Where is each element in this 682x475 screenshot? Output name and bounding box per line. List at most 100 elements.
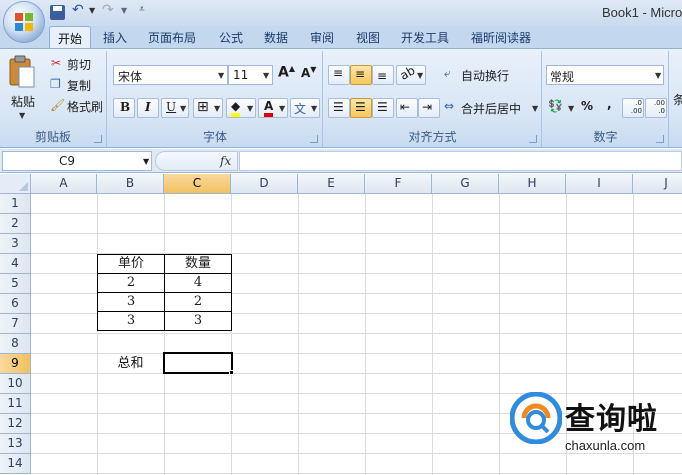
accounting-format-icon[interactable]: 💱 (548, 99, 563, 113)
row-header[interactable]: 2 (0, 214, 31, 234)
table-cell[interactable]: 3 (164, 311, 232, 331)
table-cell[interactable]: 3 (97, 311, 165, 331)
align-middle-button[interactable]: ≡ (350, 65, 372, 85)
underline-button[interactable]: U ▼ (161, 98, 189, 118)
percent-button[interactable]: % (581, 99, 593, 113)
clipboard-launcher-icon[interactable] (94, 135, 102, 143)
row-header[interactable]: 5 (0, 274, 31, 294)
column-header[interactable]: J (633, 174, 682, 194)
row-header[interactable]: 12 (0, 414, 31, 434)
formula-input[interactable] (239, 151, 682, 171)
row-header[interactable]: 13 (0, 434, 31, 454)
row-header[interactable]: 11 (0, 394, 31, 414)
save-icon[interactable] (50, 5, 65, 20)
tab-insert[interactable]: 插入 (103, 29, 127, 46)
row-header[interactable]: 6 (0, 294, 31, 314)
font-size-select[interactable]: 11 ▼ (228, 65, 273, 85)
column-header[interactable]: I (566, 174, 633, 194)
number-launcher-icon[interactable] (656, 135, 664, 143)
tab-page-layout[interactable]: 页面布局 (148, 29, 196, 46)
column-header[interactable]: E (298, 174, 365, 194)
fill-color-button[interactable]: ◆ ▼ (226, 98, 256, 118)
fill-color-dropdown-icon[interactable]: ▼ (247, 104, 253, 113)
grow-font-icon[interactable]: A▲ (278, 64, 295, 81)
column-header[interactable]: H (499, 174, 566, 194)
shrink-font-icon[interactable]: A▼ (301, 65, 316, 80)
name-box-dropdown-icon[interactable]: ▼ (143, 157, 149, 166)
fill-handle[interactable] (229, 370, 234, 375)
increase-indent-button[interactable]: ⇥ (418, 98, 440, 118)
tab-foxit-reader[interactable]: 福昕阅读器 (471, 29, 531, 46)
wrap-text-button[interactable]: 自动换行 (461, 67, 509, 84)
font-name-select[interactable]: 宋体 ▼ (113, 65, 228, 85)
tab-view[interactable]: 视图 (356, 29, 380, 46)
orientation-dropdown-icon[interactable]: ▼ (417, 71, 423, 80)
office-button[interactable] (4, 2, 44, 42)
merge-center-dropdown-icon[interactable]: ▼ (532, 104, 538, 113)
align-right-button[interactable]: ☰ (372, 98, 394, 118)
comma-button[interactable]: , (607, 97, 612, 111)
row-header[interactable]: 4 (0, 254, 31, 274)
row-header[interactable]: 10 (0, 374, 31, 394)
increase-decimal-button[interactable]: .0 .00 (622, 98, 644, 118)
align-bottom-button[interactable]: ≡ (372, 65, 394, 85)
merge-center-icon[interactable]: ⇔ (444, 99, 454, 113)
number-format-select[interactable]: 常规 ▼ (546, 65, 664, 85)
column-header[interactable]: B (97, 174, 164, 194)
customize-toolbar-icon[interactable]: ⩡ (139, 4, 145, 20)
row-header[interactable]: 8 (0, 334, 31, 354)
merge-center-button[interactable]: 合并后居中 (461, 100, 521, 117)
alignment-launcher-icon[interactable] (529, 135, 537, 143)
column-header[interactable]: D (231, 174, 298, 194)
row-header[interactable]: 7 (0, 314, 31, 334)
cut-button[interactable]: 剪切 (67, 56, 91, 73)
format-painter-icon[interactable]: 🖌 (50, 98, 65, 112)
row-header[interactable]: 3 (0, 234, 31, 254)
row-header[interactable]: 14 (0, 454, 31, 474)
cut-icon[interactable]: ✂ (51, 56, 61, 70)
tab-home[interactable]: 开始 (49, 26, 91, 49)
font-launcher-icon[interactable] (310, 135, 318, 143)
font-name-dropdown-icon[interactable]: ▼ (218, 71, 224, 80)
underline-dropdown-icon[interactable]: ▼ (180, 104, 186, 113)
table-cell[interactable]: 4 (164, 273, 232, 293)
redo-dropdown-icon[interactable]: ▼ (121, 6, 127, 22)
align-top-button[interactable]: ≡ (328, 65, 350, 85)
copy-icon[interactable]: ❐ (50, 77, 61, 91)
borders-dropdown-icon[interactable]: ▼ (214, 104, 220, 113)
font-color-dropdown-icon[interactable]: ▼ (279, 104, 285, 113)
table-header-cell[interactable]: 数量 (164, 254, 232, 274)
accounting-dropdown-icon[interactable]: ▼ (568, 104, 574, 113)
wrap-text-icon[interactable]: ⤶ (444, 66, 451, 81)
paste-dropdown-icon[interactable]: ▼ (19, 111, 25, 120)
column-header[interactable]: F (365, 174, 432, 194)
sum-label-cell[interactable]: 总和 (97, 354, 164, 374)
conditional-formatting-button[interactable]: 条 (673, 91, 682, 108)
select-all-button[interactable] (0, 174, 31, 194)
format-painter-button[interactable]: 格式刷 (67, 98, 103, 115)
phonetic-button[interactable]: 文 ▼ (290, 98, 320, 118)
phonetic-dropdown-icon[interactable]: ▼ (311, 104, 317, 113)
active-cell[interactable] (163, 352, 233, 374)
font-color-button[interactable]: A ▼ (258, 98, 288, 118)
decrease-indent-button[interactable]: ⇤ (396, 98, 418, 118)
insert-function-icon[interactable]: fx (220, 154, 231, 168)
undo-icon[interactable]: ↶ (72, 2, 84, 18)
paste-label[interactable]: 粘贴 (11, 93, 35, 110)
column-header[interactable]: G (432, 174, 499, 194)
copy-button[interactable]: 复制 (67, 77, 91, 94)
row-header[interactable]: 1 (0, 194, 31, 214)
table-header-cell[interactable]: 单价 (97, 254, 165, 274)
italic-button[interactable]: I (137, 98, 159, 118)
borders-button[interactable]: ⊞ ▼ (193, 98, 223, 118)
row-header[interactable]: 9 (0, 354, 31, 374)
align-center-button[interactable]: ☰ (350, 98, 372, 118)
table-cell[interactable]: 2 (164, 292, 232, 312)
number-format-dropdown-icon[interactable]: ▼ (655, 71, 661, 80)
orientation-button[interactable]: ab ▼ (396, 63, 426, 85)
table-cell[interactable]: 3 (97, 292, 165, 312)
column-header[interactable]: C (164, 174, 231, 194)
table-cell[interactable]: 2 (97, 273, 165, 293)
tab-formulas[interactable]: 公式 (219, 29, 243, 46)
name-box[interactable]: C9 ▼ (2, 151, 152, 171)
